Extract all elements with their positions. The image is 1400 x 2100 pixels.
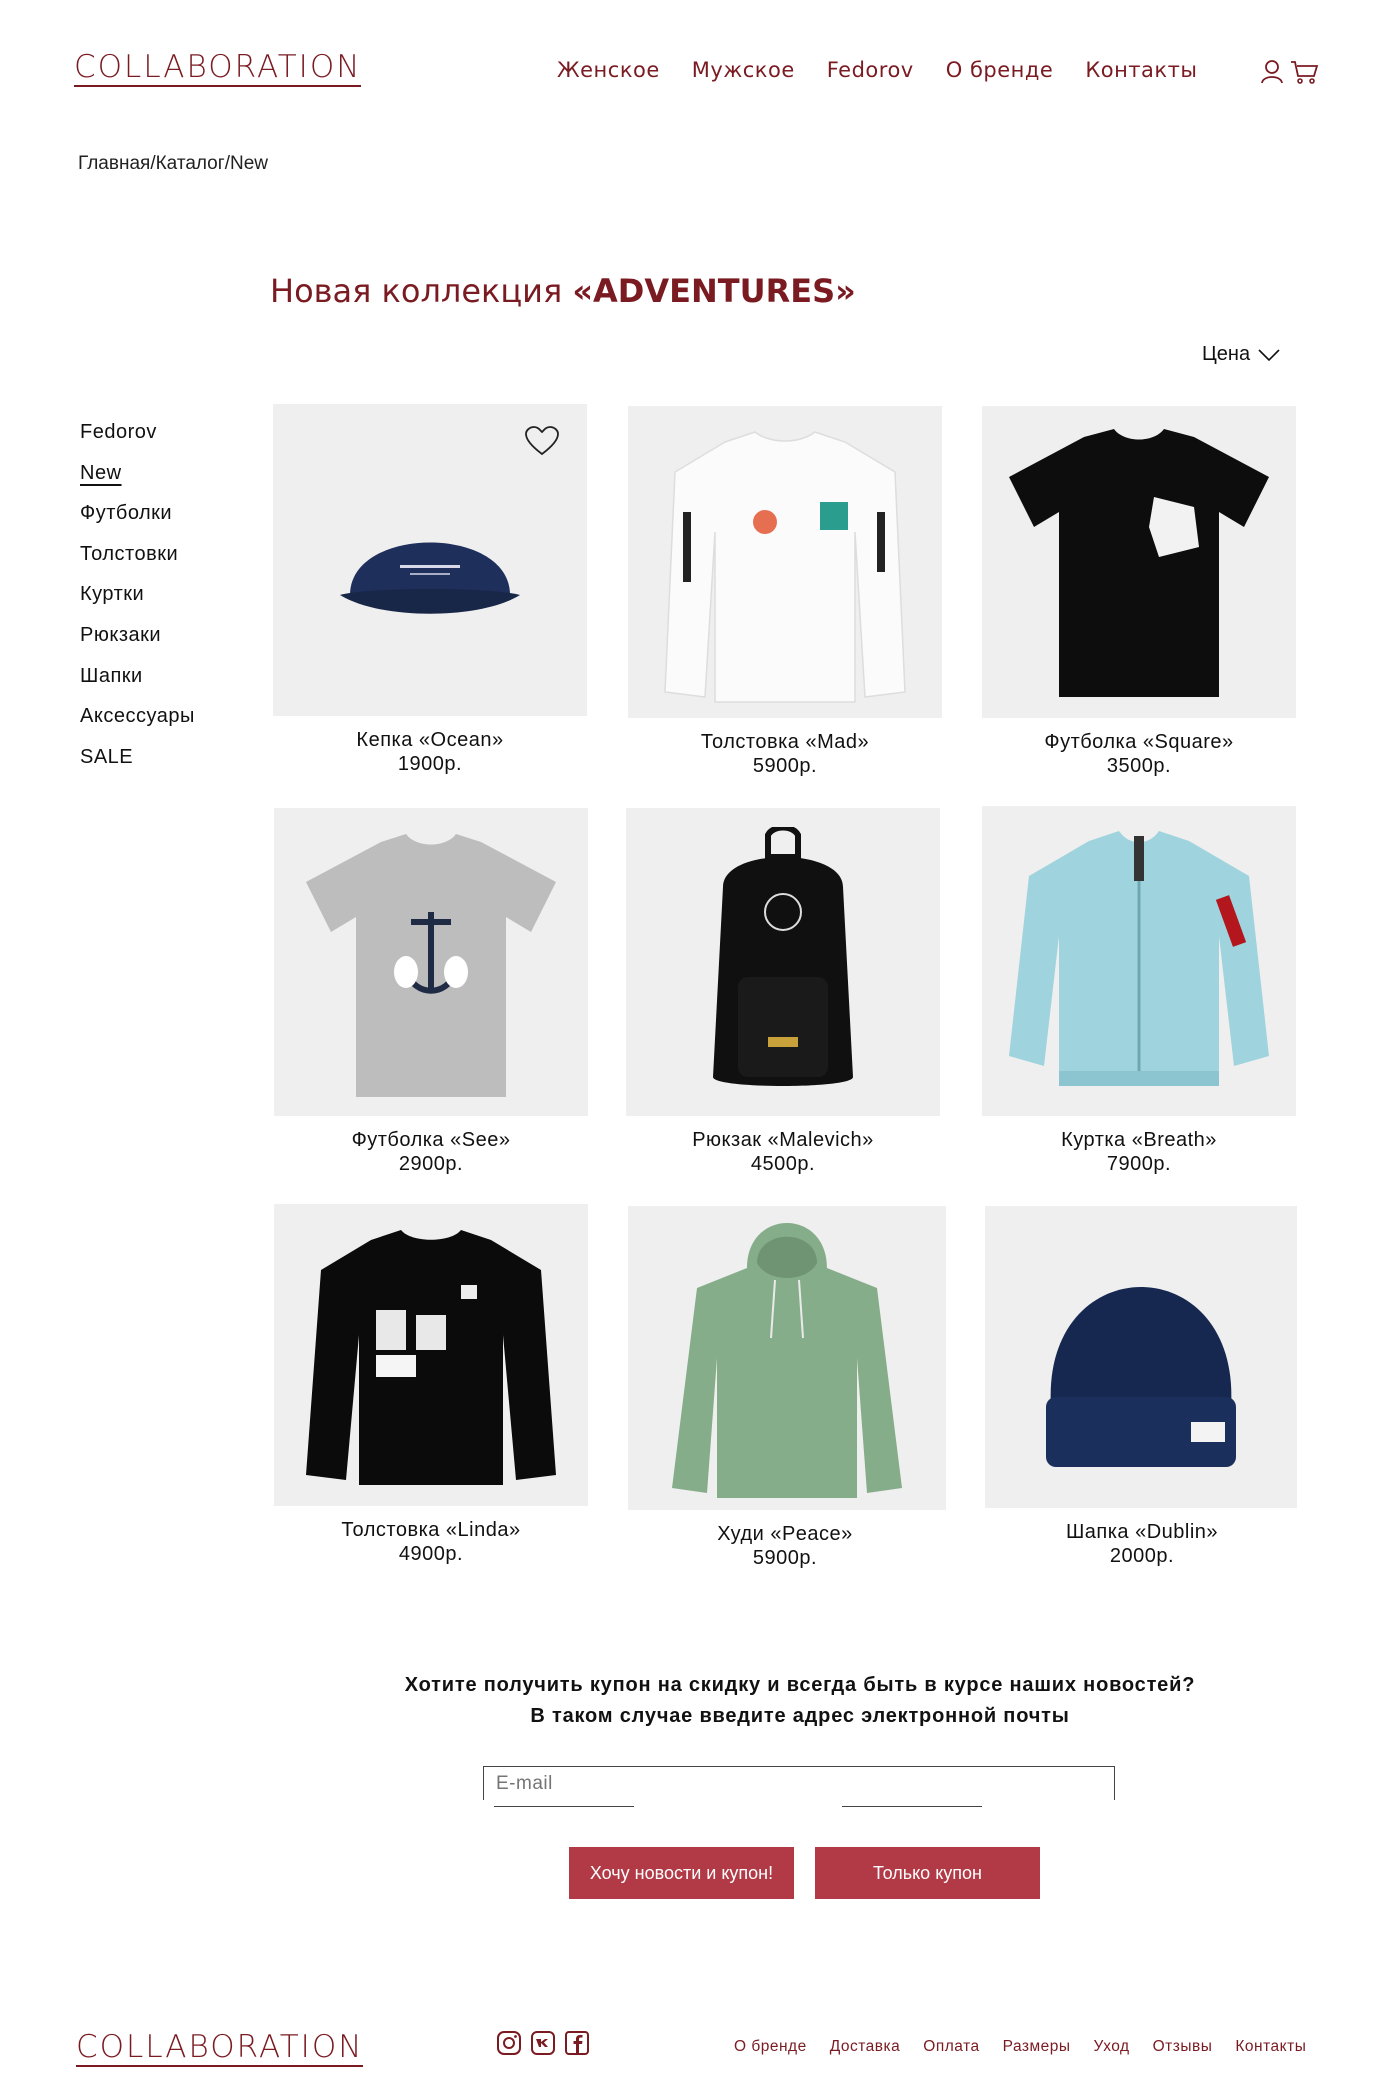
divider [494, 1806, 634, 1807]
product-price: 5900р. [752, 1547, 818, 1569]
category-sidebar: Fedorov New Футболки Толстовки Куртки Рю… [80, 418, 195, 783]
product-card[interactable]: Толстовка «Linda» 4900р. [274, 1204, 588, 1566]
product-name[interactable]: Толстовка «Linda» [274, 1518, 588, 1542]
product-image-tshirt-grey[interactable] [274, 808, 588, 1116]
backpack-image [713, 827, 853, 1086]
beanie-image [1046, 1287, 1236, 1467]
footer-link-delivery[interactable]: Доставка [830, 2038, 901, 2056]
product-name[interactable]: Кепка «Ocean» [273, 728, 587, 752]
product-price: 5900р. [752, 755, 818, 777]
nav-item-about[interactable]: О бренде [946, 58, 1054, 82]
product-name[interactable]: Футболка «Square» [982, 730, 1296, 754]
product-name[interactable]: Толстовка «Mad» [628, 730, 942, 754]
nav-item-contacts[interactable]: Контакты [1085, 58, 1197, 82]
product-name[interactable]: Футболка «See» [274, 1128, 588, 1152]
product-name[interactable]: Рюкзак «Malevich» [626, 1128, 940, 1152]
sidebar-item-hats[interactable]: Шапки [80, 662, 195, 703]
instagram-icon[interactable] [496, 2030, 522, 2056]
footer-logo[interactable]: COLLABORATION [76, 2030, 364, 2068]
product-card[interactable]: Толстовка «Mad» 5900р. [628, 406, 942, 778]
product-image-backpack[interactable] [626, 808, 940, 1116]
sidebar-item-accessories[interactable]: Аксессуары [80, 702, 195, 743]
product-price: 1900р. [397, 753, 463, 775]
user-icon[interactable] [1258, 58, 1286, 86]
sort-dropdown[interactable]: Цена [1202, 343, 1280, 366]
sidebar-item-sweatshirts[interactable]: Толстовки [80, 540, 195, 581]
footer-nav: О бренде Доставка Оплата Размеры Уход От… [734, 2038, 1306, 2056]
page-title: Новая коллекция «ADVENTURES» [270, 272, 856, 310]
subscribe-news-button[interactable]: Хочу новости и купон! [569, 1847, 794, 1899]
newsletter-text: Хотите получить купон на скидку и всегда… [300, 1670, 1300, 1732]
hoodie-image [672, 1223, 902, 1498]
product-card[interactable]: Шапка «Dublin» 2000р. [985, 1206, 1299, 1568]
breadcrumb-home[interactable]: Главная [78, 153, 150, 174]
logo[interactable]: COLLABORATION [74, 50, 362, 88]
product-price: 2900р. [398, 1153, 464, 1175]
heart-icon[interactable] [525, 426, 559, 461]
product-image-jacket[interactable] [982, 806, 1296, 1116]
collection-name: «ADVENTURES» [572, 272, 856, 310]
product-name[interactable]: Куртка «Breath» [982, 1128, 1296, 1152]
footer-link-payment[interactable]: Оплата [923, 2038, 979, 2056]
divider [842, 1806, 982, 1807]
breadcrumb: Главная/Каталог/New [78, 153, 268, 175]
nav-item-women[interactable]: Женское [557, 58, 660, 82]
breadcrumb-catalog[interactable]: Каталог [156, 153, 225, 174]
coupon-only-button[interactable]: Только купон [815, 1847, 1040, 1899]
product-image-sweatshirt[interactable] [628, 406, 942, 718]
footer-link-sizes[interactable]: Размеры [1003, 2038, 1071, 2056]
footer-link-contacts[interactable]: Контакты [1235, 2038, 1306, 2056]
sidebar-item-jackets[interactable]: Куртки [80, 580, 195, 621]
jacket-image [1009, 831, 1269, 1086]
main-nav: Женское Мужское Fedorov О бренде Контакт… [557, 58, 1197, 82]
breadcrumb-current: New [229, 153, 268, 174]
sidebar-item-sale[interactable]: SALE [80, 743, 195, 784]
product-card[interactable]: Куртка «Breath» 7900р. [982, 806, 1296, 1176]
cap-image [340, 542, 520, 614]
product-price: 7900р. [1106, 1153, 1172, 1175]
footer-link-reviews[interactable]: Отзывы [1153, 2038, 1213, 2056]
sidebar-item-new[interactable]: New [80, 459, 195, 500]
sidebar-item-fedorov[interactable]: Fedorov [80, 418, 195, 459]
email-field-frame [483, 1766, 1115, 1800]
newsletter-line-1: Хотите получить купон на скидку и всегда… [404, 1674, 1196, 1696]
footer-link-about[interactable]: О бренде [734, 2038, 807, 2056]
tshirt-image [306, 834, 556, 1097]
chevron-down-icon [1258, 348, 1280, 361]
product-image-tshirt-black[interactable] [982, 406, 1296, 718]
product-card[interactable]: Худи «Peace» 5900р. [628, 1206, 946, 1570]
social-links [496, 2030, 590, 2056]
nav-item-fedorov[interactable]: Fedorov [827, 58, 914, 82]
sidebar-item-tshirts[interactable]: Футболки [80, 499, 195, 540]
product-card[interactable]: Рюкзак «Malevich» 4500р. [626, 808, 940, 1176]
footer-link-care[interactable]: Уход [1094, 2038, 1130, 2056]
nav-item-men[interactable]: Мужское [692, 58, 795, 82]
vk-icon[interactable] [530, 2030, 556, 2056]
product-price: 3500р. [1106, 755, 1172, 777]
header-icons [1258, 58, 1318, 86]
product-card[interactable]: Кепка «Ocean» 1900р. [273, 404, 587, 776]
product-price: 4500р. [750, 1153, 816, 1175]
product-image-hoodie[interactable] [628, 1206, 946, 1510]
tshirt-image [1009, 429, 1269, 697]
sweatshirt-image [306, 1230, 556, 1485]
product-image-beanie[interactable] [985, 1206, 1297, 1508]
product-price: 2000р. [1109, 1545, 1175, 1567]
product-name[interactable]: Худи «Peace» [628, 1522, 942, 1546]
facebook-icon[interactable] [564, 2030, 590, 2056]
sort-label: Цена [1202, 343, 1251, 365]
sidebar-item-backpacks[interactable]: Рюкзаки [80, 621, 195, 662]
product-image-cap[interactable] [273, 404, 587, 716]
product-image-sweatshirt-black[interactable] [274, 1204, 588, 1506]
email-field[interactable] [496, 1773, 636, 1795]
newsletter-line-2: В таком случае введите адрес электронной… [530, 1705, 1070, 1727]
product-card[interactable]: Футболка «See» 2900р. [274, 808, 588, 1176]
product-name[interactable]: Шапка «Dublin» [985, 1520, 1299, 1544]
product-price: 4900р. [398, 1543, 464, 1565]
sweatshirt-image [664, 431, 906, 703]
product-card[interactable]: Футболка «Square» 3500р. [982, 406, 1296, 778]
page-title-prefix: Новая коллекция [270, 272, 573, 310]
cart-icon[interactable] [1290, 58, 1318, 86]
